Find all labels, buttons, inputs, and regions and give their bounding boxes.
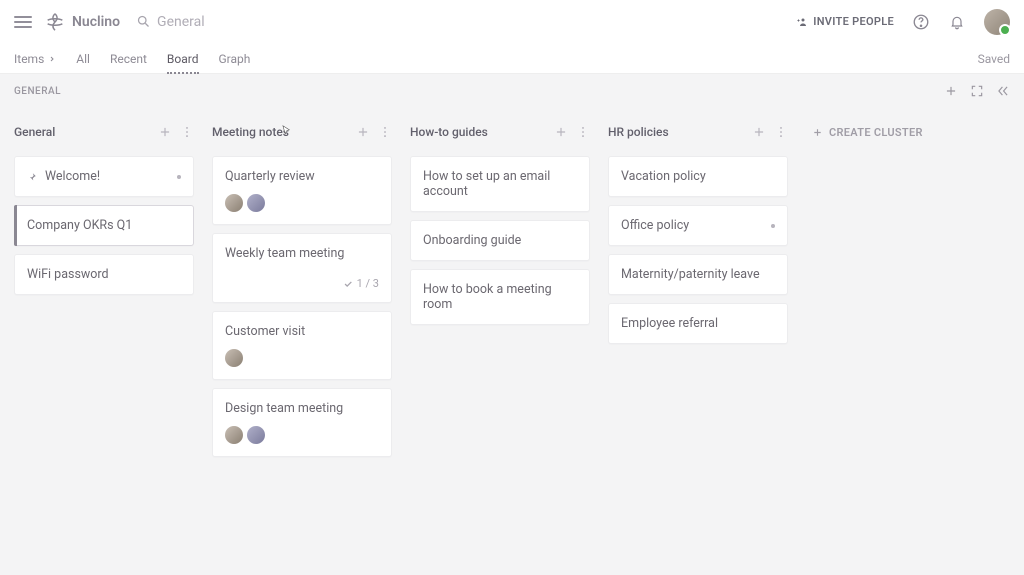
tab-board[interactable]: Board: [167, 52, 199, 66]
board-card[interactable]: How to book a meeting room: [410, 269, 590, 325]
items-dropdown[interactable]: Items: [14, 52, 56, 66]
board-column: General Welcome! Company OKRs Q1 WiFi pass…: [14, 118, 194, 565]
avatar: [225, 349, 243, 367]
board-column: HR policies Vacation policy Office policy…: [608, 118, 788, 565]
tab-recent[interactable]: Recent: [110, 52, 147, 66]
column-add-icon[interactable]: [356, 125, 370, 139]
card-title: Office policy: [621, 218, 689, 233]
pin-icon: [27, 172, 37, 182]
board-column: Meeting notes Quarterly review Weekly tea…: [212, 118, 392, 565]
column-title[interactable]: HR policies: [608, 125, 669, 139]
search-icon: [136, 14, 151, 29]
tab-graph[interactable]: Graph: [219, 52, 251, 66]
board-card[interactable]: Maternity/paternity leave: [608, 254, 788, 295]
card-avatars: [225, 349, 379, 367]
board-card[interactable]: Vacation policy: [608, 156, 788, 197]
board-card[interactable]: How to set up an email account: [410, 156, 590, 212]
board-card[interactable]: Employee referral: [608, 303, 788, 344]
column-menu-icon[interactable]: [774, 125, 788, 139]
person-plus-icon: [797, 16, 809, 28]
board-card[interactable]: Quarterly review: [212, 156, 392, 225]
brand-icon: [44, 11, 66, 33]
board-card[interactable]: Office policy: [608, 205, 788, 246]
column-add-icon[interactable]: [752, 125, 766, 139]
tab-all[interactable]: All: [76, 52, 90, 66]
create-cluster-label: CREATE CLUSTER: [829, 126, 923, 139]
card-title: WiFi password: [27, 267, 109, 282]
brand-logo[interactable]: Nuclino: [44, 11, 120, 33]
card-title: How to set up an email account: [423, 169, 577, 199]
collapse-icon[interactable]: [996, 84, 1010, 98]
board-card[interactable]: Welcome!: [14, 156, 194, 197]
brand-name: Nuclino: [72, 14, 120, 30]
board-card[interactable]: Onboarding guide: [410, 220, 590, 261]
unread-dot-icon: [177, 175, 181, 179]
card-title: Employee referral: [621, 316, 718, 331]
card-title: Maternity/paternity leave: [621, 267, 760, 282]
column-menu-icon[interactable]: [180, 125, 194, 139]
help-button[interactable]: [912, 13, 930, 31]
card-avatars: [225, 426, 379, 444]
card-title: Onboarding guide: [423, 233, 521, 248]
bell-icon: [949, 14, 965, 30]
card-title: Company OKRs Q1: [27, 218, 132, 233]
board-card[interactable]: WiFi password: [14, 254, 194, 295]
card-title: Vacation policy: [621, 169, 706, 184]
card-avatars: [225, 194, 379, 212]
unread-dot-icon: [771, 224, 775, 228]
chevron-right-icon: [48, 55, 56, 63]
avatar: [225, 194, 243, 212]
column-add-icon[interactable]: [554, 125, 568, 139]
search-box[interactable]: General: [136, 14, 205, 30]
avatar: [225, 426, 243, 444]
column-add-icon[interactable]: [158, 125, 172, 139]
save-status: Saved: [978, 52, 1010, 66]
column-title[interactable]: General: [14, 125, 55, 139]
help-icon: [912, 13, 930, 31]
notifications-button[interactable]: [948, 13, 966, 31]
menu-toggle[interactable]: [14, 13, 32, 31]
column-title[interactable]: Meeting notes: [212, 125, 289, 139]
plus-icon: [812, 127, 823, 138]
search-placeholder: General: [157, 14, 205, 30]
board-area: General Welcome! Company OKRs Q1 WiFi pass…: [0, 108, 1024, 575]
board-card[interactable]: Weekly team meeting 1 / 3: [212, 233, 392, 303]
card-title: Customer visit: [225, 324, 305, 339]
board-card[interactable]: Design team meeting: [212, 388, 392, 457]
column-title[interactable]: How-to guides: [410, 125, 488, 139]
card-title: Welcome!: [45, 169, 100, 184]
check-icon: [343, 279, 353, 289]
avatar: [247, 194, 265, 212]
board-card[interactable]: Company OKRs Q1: [14, 205, 194, 246]
create-cluster-button[interactable]: CREATE CLUSTER: [806, 118, 923, 146]
invite-people-button[interactable]: INVITE PEOPLE: [797, 15, 894, 28]
board-card[interactable]: Customer visit: [212, 311, 392, 380]
column-menu-icon[interactable]: [378, 125, 392, 139]
breadcrumb[interactable]: GENERAL: [14, 86, 61, 97]
card-title: Design team meeting: [225, 401, 343, 416]
board-column: How-to guides How to set up an email acc…: [410, 118, 590, 565]
avatar: [247, 426, 265, 444]
card-title: Quarterly review: [225, 169, 315, 184]
column-menu-icon[interactable]: [576, 125, 590, 139]
task-count: 1 / 3: [225, 277, 379, 290]
user-avatar[interactable]: [984, 9, 1010, 35]
card-title: Weekly team meeting: [225, 246, 344, 261]
card-title: How to book a meeting room: [423, 282, 577, 312]
expand-icon[interactable]: [970, 84, 984, 98]
plus-icon[interactable]: [944, 84, 958, 98]
